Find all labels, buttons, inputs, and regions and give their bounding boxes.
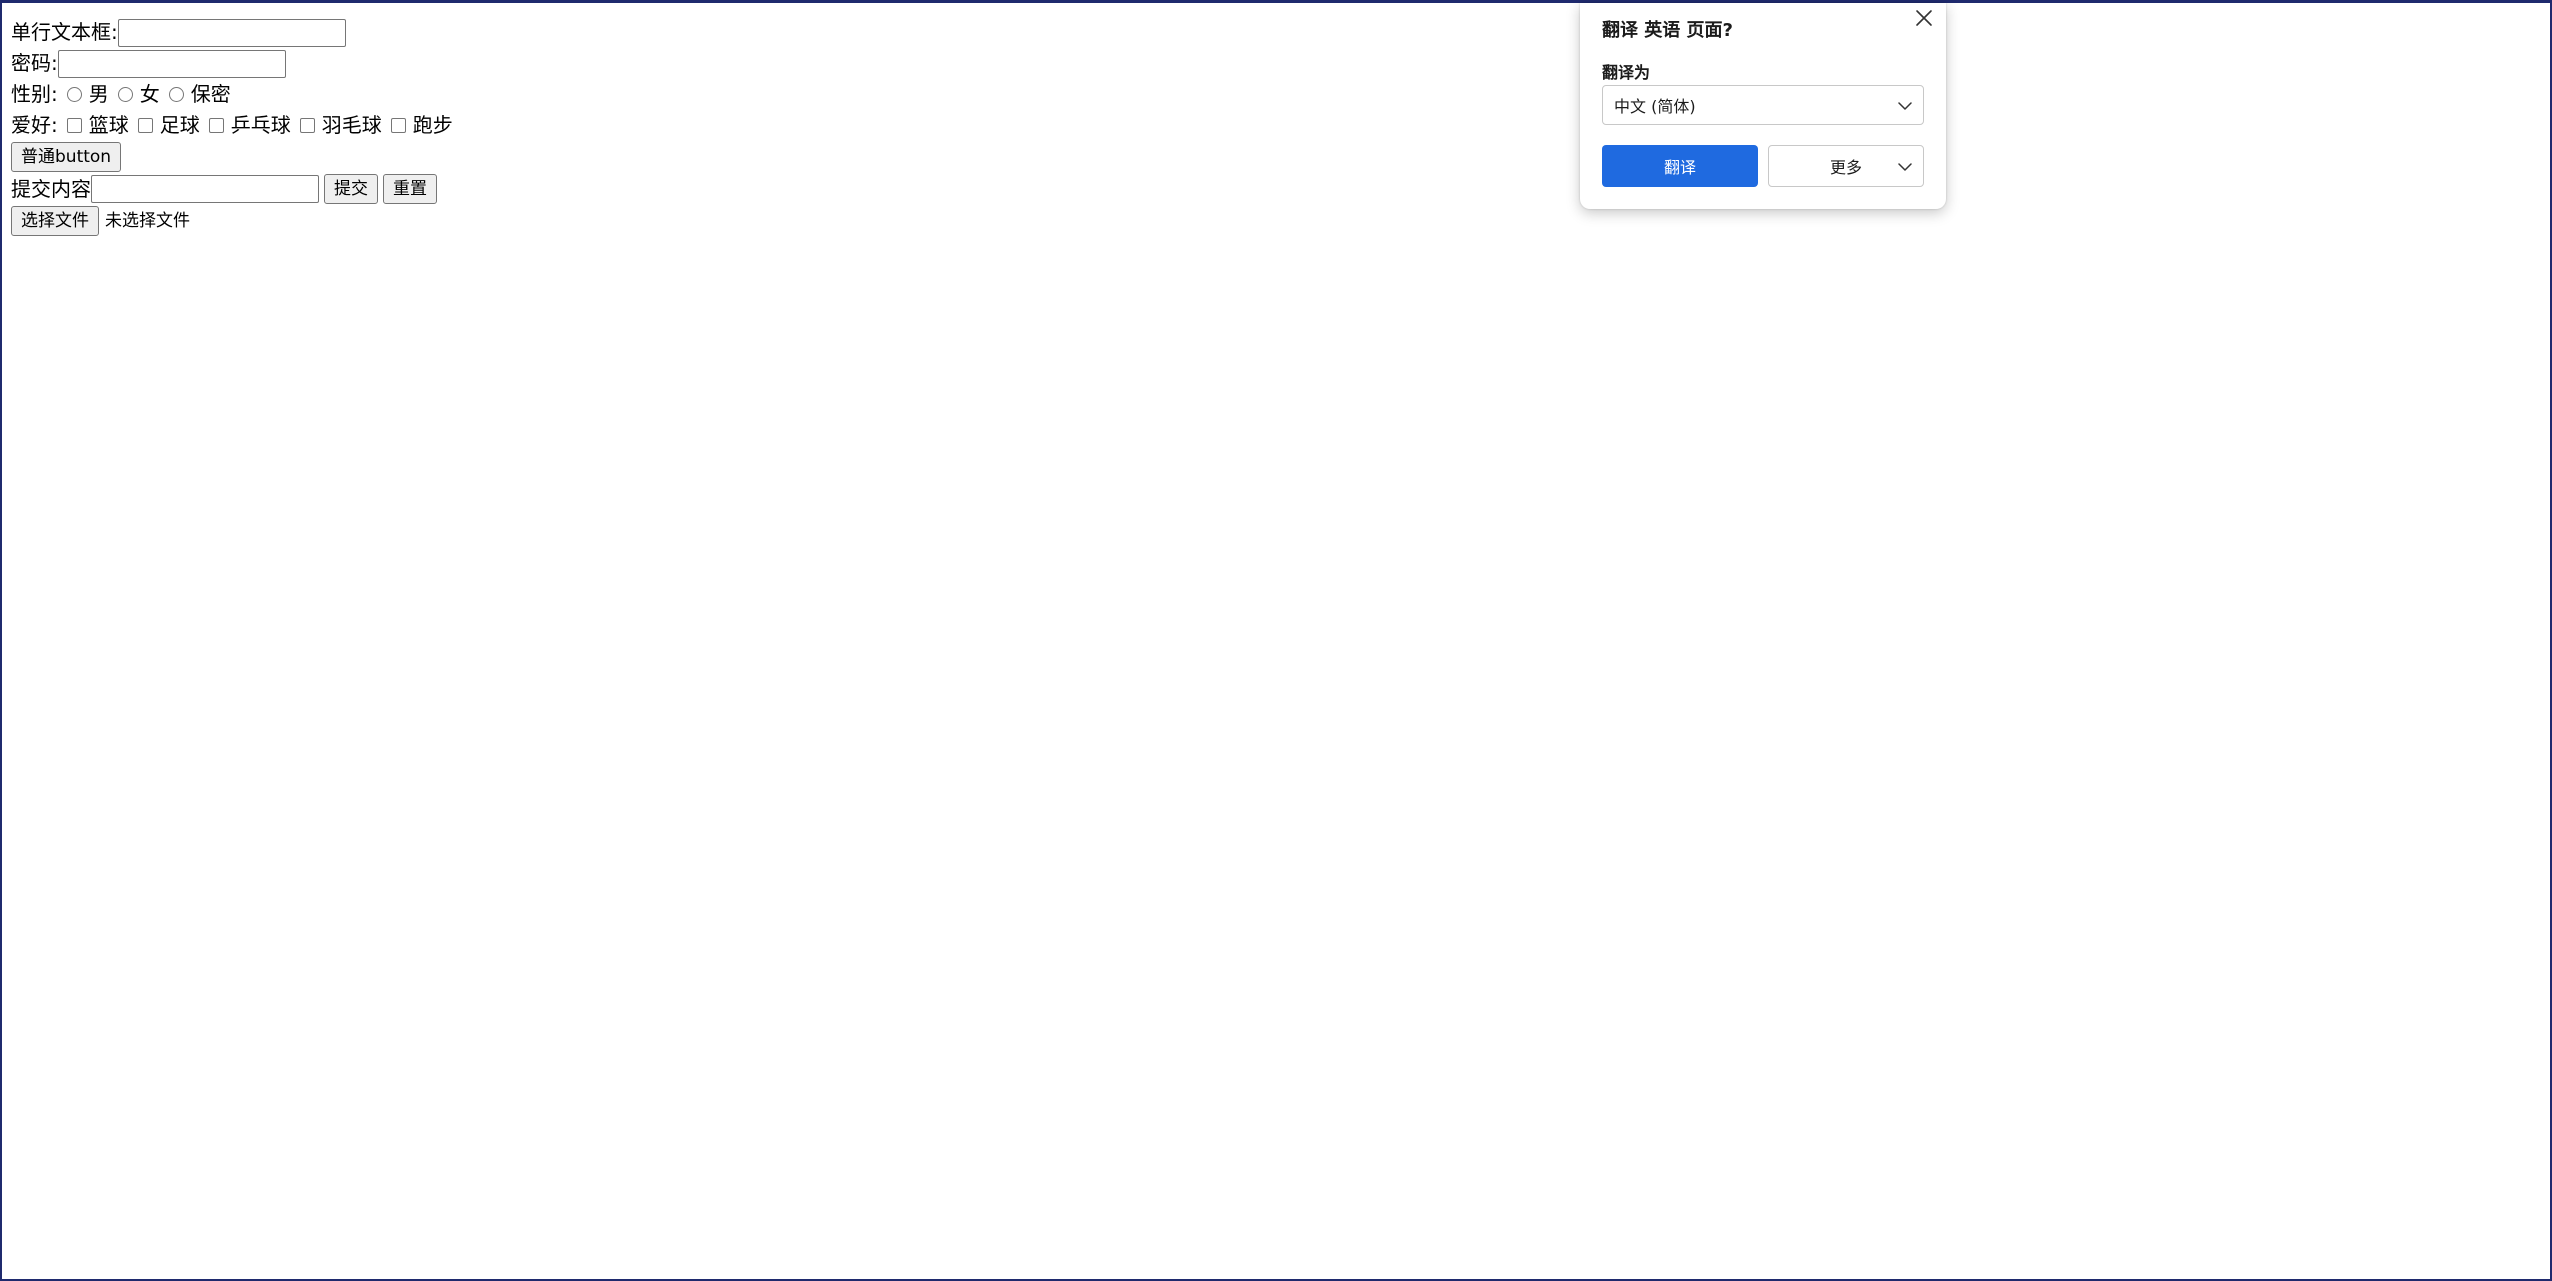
gender-radio-male[interactable] [66, 87, 82, 102]
hobby-checkbox-football[interactable] [137, 118, 153, 133]
translate-button[interactable]: 翻译 [1602, 145, 1758, 187]
more-button[interactable]: 更多 [1768, 145, 1924, 187]
password-label: 密码: [11, 51, 58, 75]
form-area: 单行文本框: 密码: 性别: 男 女 保密 爱好: 篮球 足球 乒乓球 羽毛球 … [11, 17, 453, 237]
hobby-option-label: 羽毛球 [321, 113, 382, 137]
hobby-option-label: 跑步 [412, 113, 453, 137]
normal-button-row: 普通button [11, 141, 453, 173]
hobby-option-label: 足球 [159, 113, 200, 137]
gender-label: 性别: [11, 82, 58, 106]
choose-file-button[interactable]: 选择文件 [11, 206, 99, 236]
close-button[interactable] [1912, 6, 1936, 30]
hobby-checkbox-pingpong[interactable] [208, 118, 224, 133]
more-button-label: 更多 [1829, 158, 1862, 177]
gender-option-label: 女 [139, 82, 160, 106]
popup-title: 翻译 英语 页面? [1602, 20, 1733, 41]
gender-row: 性别: 男 女 保密 [11, 79, 453, 110]
hobby-checkbox-badminton[interactable] [299, 118, 315, 133]
hobby-label: 爱好: [11, 113, 58, 137]
password-row: 密码: [11, 48, 453, 79]
hobby-option-label: 乒乓球 [230, 113, 291, 137]
chevron-down-icon [1898, 102, 1912, 110]
gender-radio-female[interactable] [117, 87, 133, 102]
hobby-checkbox-running[interactable] [390, 118, 406, 133]
translate-popup: 翻译 英语 页面? 翻译为 中文 (简体) 翻译 更多 [1580, 3, 1946, 209]
password-input[interactable] [57, 49, 286, 78]
gender-option-label: 男 [88, 82, 109, 106]
file-row: 选择文件 未选择文件 [11, 205, 453, 237]
file-status: 未选择文件 [105, 210, 190, 231]
chevron-down-icon [1898, 163, 1912, 171]
text-input-label: 单行文本框: [11, 20, 118, 44]
normal-button[interactable]: 普通button [11, 142, 122, 172]
submit-button[interactable]: 提交 [324, 174, 378, 204]
text-row: 单行文本框: [11, 17, 453, 48]
submit-row: 提交内容 提交 重置 [11, 173, 453, 205]
gender-option-label: 保密 [190, 82, 231, 106]
hobby-checkbox-basketball[interactable] [66, 118, 82, 133]
language-select[interactable]: 中文 (简体) [1602, 85, 1924, 125]
hobby-row: 爱好: 篮球 足球 乒乓球 羽毛球 跑步 [11, 110, 453, 141]
text-input[interactable] [117, 18, 346, 47]
target-language-label: 翻译为 [1602, 63, 1651, 82]
submit-content-label: 提交内容 [11, 176, 91, 201]
selected-language: 中文 (简体) [1614, 97, 1696, 116]
gender-radio-secret[interactable] [168, 87, 184, 102]
hobby-option-label: 篮球 [88, 113, 129, 137]
submit-content-input[interactable] [91, 175, 319, 203]
reset-button[interactable]: 重置 [383, 174, 437, 204]
close-icon [1916, 10, 1932, 26]
